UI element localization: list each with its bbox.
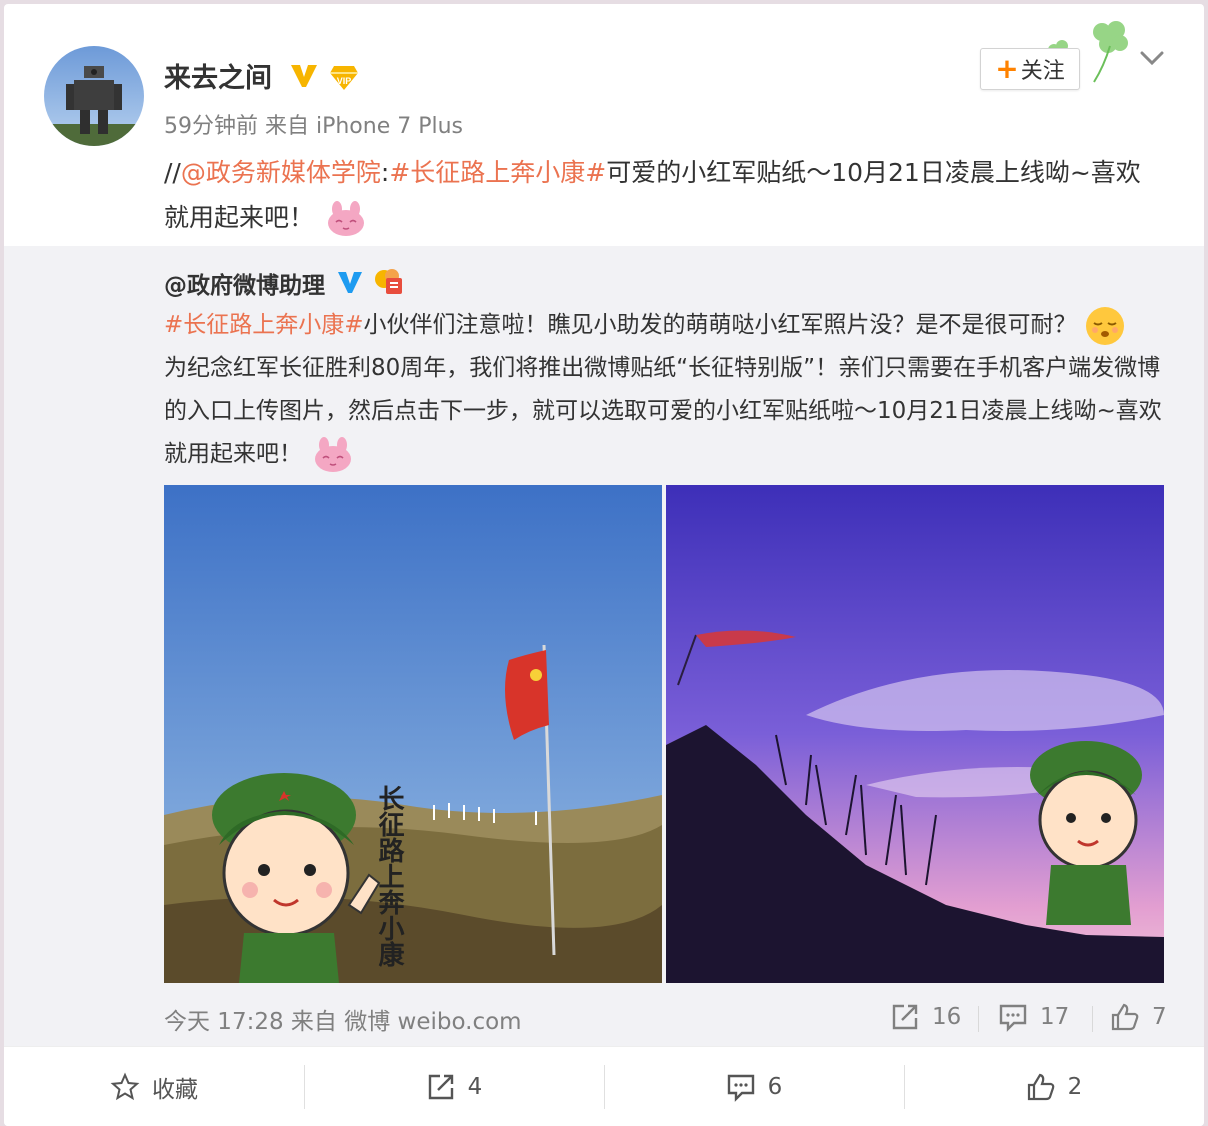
mention-link[interactable]: @政务新媒体学院 (181, 158, 381, 187)
verified-v-icon[interactable] (289, 60, 319, 90)
post-meta: 59分钟前 来自 iPhone 7 Plus (164, 114, 464, 139)
repost-comment-count: 17 (1040, 1004, 1070, 1030)
action-bar: 收藏 4 6 2 (4, 1046, 1204, 1126)
comment-count: 6 (767, 1074, 783, 1100)
comment-icon (999, 1004, 1027, 1032)
like-count: 2 (1067, 1074, 1083, 1100)
repost-share-action[interactable]: 16 (890, 1002, 961, 1032)
follow-label: 关注 (1020, 59, 1065, 84)
repost-hashtag-link[interactable]: #长征路上奔小康# (164, 312, 364, 338)
sleepy-face-emoji-icon (1085, 306, 1124, 345)
plus-icon: + (995, 52, 1019, 85)
follow-button[interactable]: + 关注 (980, 48, 1080, 90)
repost-like-count: 7 (1152, 1004, 1167, 1030)
gov-verified-v-icon[interactable] (336, 268, 364, 296)
comment-button[interactable]: 6 (604, 1047, 904, 1126)
username[interactable]: 来去之间 (164, 56, 272, 95)
comment-icon (727, 1074, 754, 1102)
svg-text:VIP: VIP (337, 76, 352, 86)
thumbs-up-icon (1111, 1003, 1139, 1031)
repost-prefix: // (164, 158, 181, 187)
divider (978, 1006, 979, 1032)
chevron-down-icon[interactable] (1138, 44, 1166, 72)
vip-diamond-icon[interactable]: VIP (328, 60, 360, 92)
hashtag-link[interactable]: #长征路上奔小康# (389, 158, 606, 187)
photo-purple-sunset[interactable] (666, 485, 1164, 983)
forward-count: 4 (467, 1074, 483, 1100)
thumbs-up-icon (1027, 1073, 1055, 1101)
post-text: //@政务新媒体学院:#长征路上奔小康#可爱的小红军贴纸～10月21日凌晨上线呦… (164, 150, 1154, 240)
favorite-button[interactable]: 收藏 (4, 1047, 304, 1126)
photo1-caption: 长征路上奔小康 (374, 785, 404, 968)
share-icon (428, 1074, 453, 1100)
favorite-label: 收藏 (152, 1077, 198, 1103)
repost-text: #长征路上奔小康#小伙伴们注意啦！瞧见小助发的萌萌哒小红军照片没？是不是很可耐？… (164, 304, 1164, 476)
bunny-emoji-icon (315, 436, 352, 472)
repost-like-action[interactable]: 7 (1110, 1002, 1167, 1032)
repost-share-count: 16 (932, 1004, 962, 1030)
gov-badge-icon[interactable] (370, 264, 406, 298)
repost-username[interactable]: @政府微博助理 (164, 266, 325, 300)
photo-flag-hill[interactable]: 长征路上奔小康 (164, 485, 662, 983)
like-button[interactable]: 2 (904, 1047, 1204, 1126)
repost-time: 今天 17:28 来自 微博 weibo.com (164, 1009, 522, 1035)
bunny-emoji-icon (327, 201, 364, 236)
star-icon (110, 1072, 140, 1101)
share-icon (892, 1004, 918, 1030)
repost-section: @政府微博助理 #长征路上奔小康#小伙伴们注意啦！瞧见小助发的萌萌哒小红军照片没… (4, 246, 1204, 1046)
divider (1092, 1006, 1093, 1032)
repost-line1: 小伙伴们注意啦！瞧见小助发的萌萌哒小红军照片没？是不是很可耐？ (363, 312, 1077, 338)
avatar[interactable] (44, 46, 144, 146)
weibo-card: 来去之间 VIP 59分钟前 来自 iPhone 7 Plus + 关注 //@… (4, 4, 1204, 1126)
repost-comment-action[interactable]: 17 (998, 1002, 1069, 1032)
forward-button[interactable]: 4 (304, 1047, 604, 1126)
